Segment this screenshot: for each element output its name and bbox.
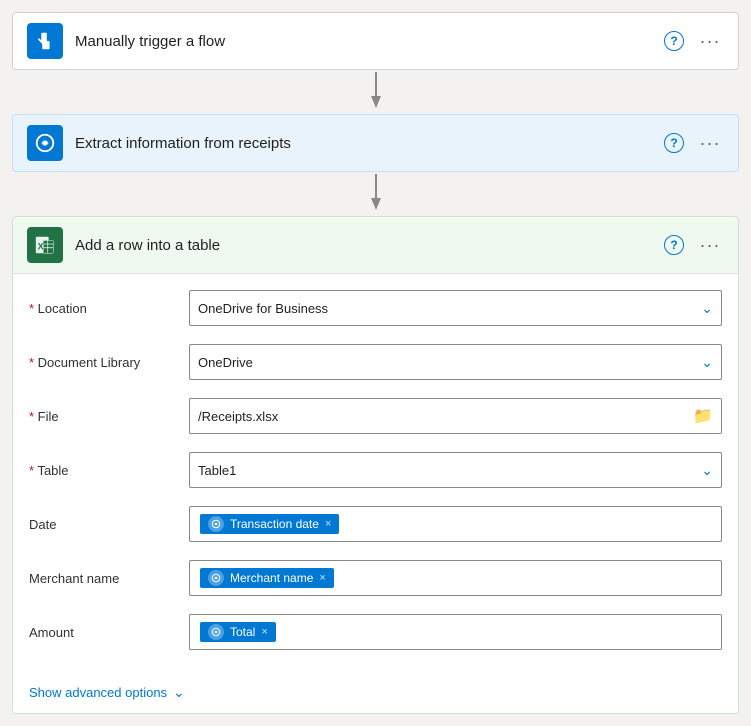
trigger-header: Manually trigger a flow ? ··· bbox=[13, 13, 738, 69]
merchant-row: Merchant name Merchant name × bbox=[29, 556, 722, 600]
table-dropdown-icon: ⌄ bbox=[701, 462, 713, 479]
table-row: * Table Table1 ⌄ bbox=[29, 448, 722, 492]
excel-menu-btn[interactable]: ··· bbox=[696, 231, 724, 259]
file-control[interactable]: /Receipts.xlsx 📁 bbox=[189, 398, 722, 434]
arrow-2 bbox=[366, 172, 386, 216]
trigger-title: Manually trigger a flow bbox=[75, 33, 648, 50]
excel-icon-box: X bbox=[27, 227, 63, 263]
show-advanced-link[interactable]: Show advanced options ⌄ bbox=[29, 684, 185, 701]
excel-header: X Add a row into a table ? ··· bbox=[13, 217, 738, 273]
arrow-svg-1 bbox=[366, 72, 386, 112]
advanced-label: Show advanced options bbox=[29, 685, 167, 700]
amount-control[interactable]: Total × bbox=[189, 614, 722, 650]
trigger-dots: ··· bbox=[700, 31, 721, 52]
merchant-chip-icon bbox=[208, 570, 224, 586]
amount-label: Amount bbox=[29, 625, 189, 640]
date-row: Date Transaction date × bbox=[29, 502, 722, 546]
amount-chip-icon bbox=[208, 624, 224, 640]
date-chip-icon bbox=[208, 516, 224, 532]
extract-title: Extract information from receipts bbox=[75, 135, 648, 152]
date-chip-label: Transaction date bbox=[230, 517, 319, 531]
arrow-1 bbox=[366, 70, 386, 114]
amount-chip-close[interactable]: × bbox=[261, 626, 267, 638]
trigger-help-icon: ? bbox=[664, 31, 684, 51]
extract-actions: ? ··· bbox=[660, 129, 724, 157]
location-dropdown-icon: ⌄ bbox=[701, 300, 713, 317]
trigger-menu-btn[interactable]: ··· bbox=[696, 27, 724, 55]
merchant-control[interactable]: Merchant name × bbox=[189, 560, 722, 596]
merchant-chip-close[interactable]: × bbox=[319, 572, 325, 584]
hand-svg bbox=[34, 30, 56, 52]
file-folder-icon: 📁 bbox=[693, 406, 713, 426]
extract-icon bbox=[27, 125, 63, 161]
table-value: Table1 bbox=[198, 463, 701, 478]
excel-form-body: * Location OneDrive for Business ⌄ * Doc… bbox=[13, 273, 738, 676]
flow-container: Manually trigger a flow ? ··· bbox=[12, 12, 739, 714]
merchant-chip: Merchant name × bbox=[200, 568, 334, 588]
table-label: * Table bbox=[29, 463, 189, 478]
extract-help-icon: ? bbox=[664, 133, 684, 153]
location-control[interactable]: OneDrive for Business ⌄ bbox=[189, 290, 722, 326]
merchant-label: Merchant name bbox=[29, 571, 189, 586]
extract-menu-btn[interactable]: ··· bbox=[696, 129, 724, 157]
extract-step: Extract information from receipts ? ··· bbox=[12, 114, 739, 172]
doclibrary-row: * Document Library OneDrive ⌄ bbox=[29, 340, 722, 384]
date-label: Date bbox=[29, 517, 189, 532]
file-label: * File bbox=[29, 409, 189, 424]
trigger-help-btn[interactable]: ? bbox=[660, 27, 688, 55]
advanced-chevron-icon: ⌄ bbox=[173, 684, 185, 701]
excel-dots: ··· bbox=[700, 235, 721, 256]
doclibrary-label: * Document Library bbox=[29, 355, 189, 370]
location-row: * Location OneDrive for Business ⌄ bbox=[29, 286, 722, 330]
date-chip-close[interactable]: × bbox=[325, 518, 331, 530]
amount-chip: Total × bbox=[200, 622, 276, 642]
file-value: /Receipts.xlsx bbox=[198, 409, 693, 424]
amount-row: Amount Total × bbox=[29, 610, 722, 654]
excel-title: Add a row into a table bbox=[75, 237, 648, 254]
excel-help-btn[interactable]: ? bbox=[660, 231, 688, 259]
excel-actions: ? ··· bbox=[660, 231, 724, 259]
excel-svg: X bbox=[34, 234, 56, 256]
doclibrary-value: OneDrive bbox=[198, 355, 701, 370]
location-label: * Location bbox=[29, 301, 189, 316]
advanced-options-section: Show advanced options ⌄ bbox=[13, 676, 738, 713]
date-chip: Transaction date × bbox=[200, 514, 339, 534]
trigger-step: Manually trigger a flow ? ··· bbox=[12, 12, 739, 70]
trigger-actions: ? ··· bbox=[660, 27, 724, 55]
file-row: * File /Receipts.xlsx 📁 bbox=[29, 394, 722, 438]
extract-dots: ··· bbox=[700, 133, 721, 154]
doclibrary-dropdown-icon: ⌄ bbox=[701, 354, 713, 371]
merchant-chip-label: Merchant name bbox=[230, 571, 313, 585]
location-value: OneDrive for Business bbox=[198, 301, 701, 316]
excel-help-icon: ? bbox=[664, 235, 684, 255]
amount-chip-label: Total bbox=[230, 625, 255, 639]
date-control[interactable]: Transaction date × bbox=[189, 506, 722, 542]
extract-help-btn[interactable]: ? bbox=[660, 129, 688, 157]
extract-header: Extract information from receipts ? ··· bbox=[13, 115, 738, 171]
arrow-svg-2 bbox=[366, 174, 386, 214]
doclibrary-control[interactable]: OneDrive ⌄ bbox=[189, 344, 722, 380]
ai-svg bbox=[34, 132, 56, 154]
table-control[interactable]: Table1 ⌄ bbox=[189, 452, 722, 488]
trigger-icon bbox=[27, 23, 63, 59]
excel-step: X Add a row into a table ? ··· bbox=[12, 216, 739, 714]
